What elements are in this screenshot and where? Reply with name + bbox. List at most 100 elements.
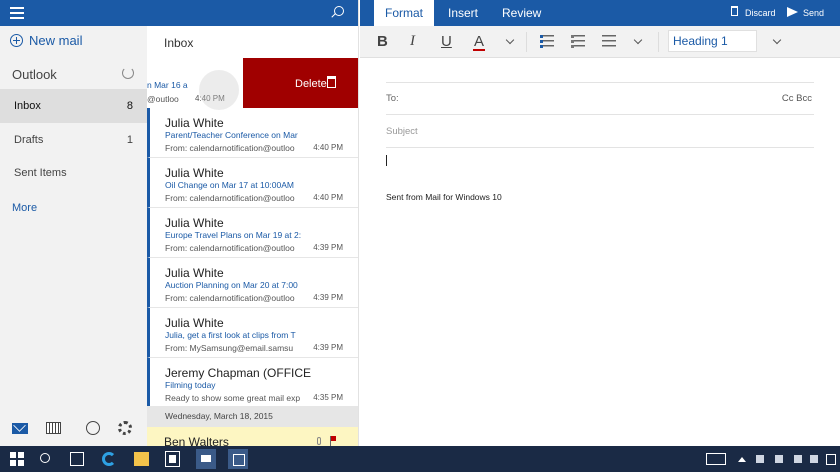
message-sender: Julia White [165, 116, 224, 130]
nav-bottom-bar [0, 410, 147, 446]
to-label: To: [386, 93, 399, 104]
message-item[interactable]: Julia White Parent/Teacher Conference on… [147, 108, 358, 158]
taskbar [0, 446, 840, 472]
message-subject: Oil Change on Mar 17 at 10:00AM [165, 180, 294, 190]
toolbar-divider [658, 32, 659, 52]
feedback-smiley-icon[interactable] [86, 421, 100, 435]
flag-icon[interactable] [330, 436, 336, 446]
folder-sent-items[interactable]: Sent Items [0, 156, 147, 190]
mail-icon[interactable] [12, 423, 28, 434]
message-time: 4:35 PM [313, 393, 343, 402]
message-preview: From: MySamsung@email.samsu [165, 343, 294, 353]
message-item[interactable]: Julia White Auction Planning on Mar 20 a… [147, 258, 358, 308]
bullet-list-icon[interactable] [540, 35, 554, 48]
folder-label: Sent Items [14, 167, 67, 179]
toolbar-divider [526, 32, 527, 52]
swiped-message[interactable]: n Mar 16 a @outloo 4:40 PM Delete [147, 58, 358, 110]
chevron-up-icon[interactable] [738, 457, 746, 462]
volume-icon[interactable] [794, 455, 802, 463]
swiped-preview: @outloo [147, 94, 179, 104]
start-windows-icon[interactable] [10, 452, 24, 466]
trash-icon [731, 6, 738, 16]
file-explorer-icon[interactable] [134, 452, 149, 466]
message-preview: From: calendarnotification@outloo [165, 293, 295, 303]
compose-pane: Format Insert Review Discard Send B I U … [360, 0, 840, 446]
tab-insert[interactable]: Insert [448, 0, 478, 26]
message-item[interactable]: Jeremy Chapman (OFFICE Filming today Rea… [147, 358, 358, 408]
message-item[interactable]: Julia White Julia, get a first look at c… [147, 308, 358, 358]
delete-label: Delete [295, 78, 327, 90]
message-preview: From: calendarnotification@outloo [165, 243, 295, 253]
folder-title: Inbox [164, 36, 194, 50]
search-icon[interactable] [334, 6, 344, 16]
folder-count: 8 [126, 100, 133, 112]
send-label: Send [803, 8, 825, 18]
message-item[interactable]: Julia White Oil Change on Mar 17 at 10:0… [147, 158, 358, 208]
task-view-icon[interactable] [70, 452, 84, 466]
message-item[interactable]: Julia White Europe Travel Plans on Mar 1… [147, 208, 358, 258]
language-icon[interactable] [810, 455, 818, 463]
chevron-down-icon[interactable] [772, 35, 782, 45]
message-list: Inbox n Mar 16 a @outloo 4:40 PM Delete … [147, 0, 359, 446]
discard-label: Discard [745, 8, 776, 18]
folder-label: Drafts [14, 134, 44, 146]
calendar-icon[interactable] [46, 422, 61, 434]
message-time: 4:40 PM [313, 143, 343, 152]
folder-label: Inbox [14, 100, 41, 112]
underline-button[interactable]: U [441, 33, 452, 50]
notifications-icon[interactable] [826, 454, 836, 465]
more-folders-link[interactable]: More [12, 202, 37, 214]
message-subject: Filming today [165, 380, 216, 390]
message-subject: Julia, get a first look at clips from T [165, 330, 296, 340]
tab-review[interactable]: Review [502, 0, 541, 26]
message-sender: Julia White [165, 216, 224, 230]
cc-bcc-button[interactable]: Cc Bcc [782, 93, 812, 104]
field-divider [386, 82, 814, 83]
hamburger-menu-icon[interactable] [10, 7, 24, 19]
flagged-message[interactable]: Ben Walters [147, 427, 358, 446]
new-mail-button[interactable]: New mail [10, 33, 82, 48]
chevron-down-icon[interactable] [505, 35, 515, 45]
format-toolbar: B I U A Heading 1 [360, 26, 840, 58]
touch-keyboard-icon[interactable] [706, 453, 726, 465]
folder-inbox[interactable]: Inbox 8 [0, 89, 147, 123]
search-icon[interactable] [40, 453, 50, 463]
message-body[interactable]: Sent from Mail for Windows 10 [386, 192, 502, 202]
wifi-icon[interactable] [775, 455, 783, 463]
subject-field[interactable]: Subject [386, 126, 418, 137]
trash-icon [327, 76, 336, 88]
to-field[interactable] [386, 114, 814, 115]
message-sender: Julia White [165, 316, 224, 330]
message-time: 4:39 PM [313, 343, 343, 352]
message-preview: From: calendarnotification@outloo [165, 193, 295, 203]
message-preview: Ready to show some great mail exp [165, 393, 301, 403]
account-name[interactable]: Outlook [12, 67, 57, 82]
style-selector[interactable]: Heading 1 [668, 30, 757, 52]
tab-format[interactable]: Format [374, 0, 434, 26]
new-mail-label: New mail [29, 33, 83, 48]
chevron-down-icon[interactable] [633, 35, 643, 45]
italic-button[interactable]: I [410, 33, 415, 50]
delete-swipe-action[interactable]: Delete [243, 58, 358, 108]
nav-header [0, 0, 147, 26]
message-time: 4:39 PM [313, 293, 343, 302]
bold-button[interactable]: B [377, 33, 388, 50]
compose-ribbon-tabs: Format Insert Review Discard Send [360, 0, 840, 26]
gear-icon[interactable] [118, 421, 132, 435]
text-cursor [386, 155, 387, 166]
numbered-list-icon[interactable] [571, 35, 585, 48]
mail-app-icon[interactable] [196, 449, 216, 469]
font-color-button[interactable]: A [472, 33, 486, 51]
message-sender: Ben Walters [164, 435, 229, 446]
paragraph-align-icon[interactable] [602, 35, 616, 48]
sync-icon[interactable] [122, 67, 134, 79]
edge-browser-icon[interactable] [102, 452, 116, 466]
message-preview: From: calendarnotification@outloo [165, 143, 295, 153]
folder-drafts[interactable]: Drafts 1 [0, 123, 147, 157]
calendar-app-icon[interactable] [228, 449, 248, 469]
message-sender: Julia White [165, 166, 224, 180]
navigation-pane: New mail Outlook Inbox 8 Drafts 1 Sent I… [0, 0, 147, 446]
store-icon[interactable] [165, 451, 180, 467]
date-group-header: Wednesday, March 18, 2015 [147, 406, 358, 427]
battery-icon[interactable] [756, 455, 764, 463]
